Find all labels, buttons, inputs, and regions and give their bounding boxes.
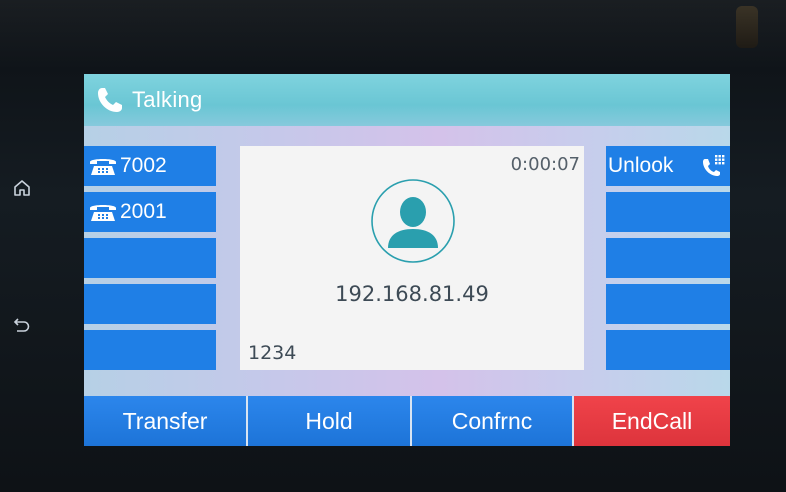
end-call-button[interactable]: EndCall [574, 396, 730, 446]
dialed-digits: 1234 [248, 342, 297, 364]
transfer-button[interactable]: Transfer [84, 396, 248, 446]
line-key-label: 2001 [120, 200, 167, 223]
line-key-label: 7002 [120, 154, 167, 177]
dsskey-unlook[interactable]: Unlook [606, 146, 730, 186]
dsskey-empty-3[interactable] [606, 238, 730, 278]
line-key-2001[interactable]: 2001 [84, 192, 216, 232]
hold-button[interactable]: Hold [248, 396, 412, 446]
back-icon[interactable] [10, 312, 34, 336]
phone-screen: Talking 7002 2001 0:00:07 192.168.81.49 … [84, 74, 730, 446]
caller-address: 192.168.81.49 [335, 282, 489, 306]
dialpad-phone-icon [703, 155, 725, 176]
bezel [0, 0, 786, 70]
dsskey-empty-4[interactable] [606, 284, 730, 324]
contact-avatar-icon [371, 179, 455, 263]
active-call-panel: 0:00:07 192.168.81.49 1234 [240, 146, 584, 370]
camera-housing [736, 6, 758, 48]
desk-phone-icon [90, 205, 116, 221]
call-status-label: Talking [132, 87, 203, 112]
softkey-bar: Transfer Hold Confrnc EndCall [84, 396, 730, 446]
dsskey-empty-2[interactable] [606, 192, 730, 232]
line-key-empty-5[interactable] [84, 330, 216, 370]
status-bar: Talking [84, 74, 730, 126]
dsskey-label: Unlook [608, 154, 674, 177]
line-key-empty-3[interactable] [84, 238, 216, 278]
handset-icon [98, 88, 122, 112]
home-icon[interactable] [10, 176, 34, 200]
conference-button[interactable]: Confrnc [412, 396, 574, 446]
desk-phone-icon [90, 159, 116, 175]
call-timer: 0:00:07 [510, 154, 580, 175]
line-key-7002[interactable]: 7002 [84, 146, 216, 186]
line-key-empty-4[interactable] [84, 284, 216, 324]
dsskey-empty-5[interactable] [606, 330, 730, 370]
